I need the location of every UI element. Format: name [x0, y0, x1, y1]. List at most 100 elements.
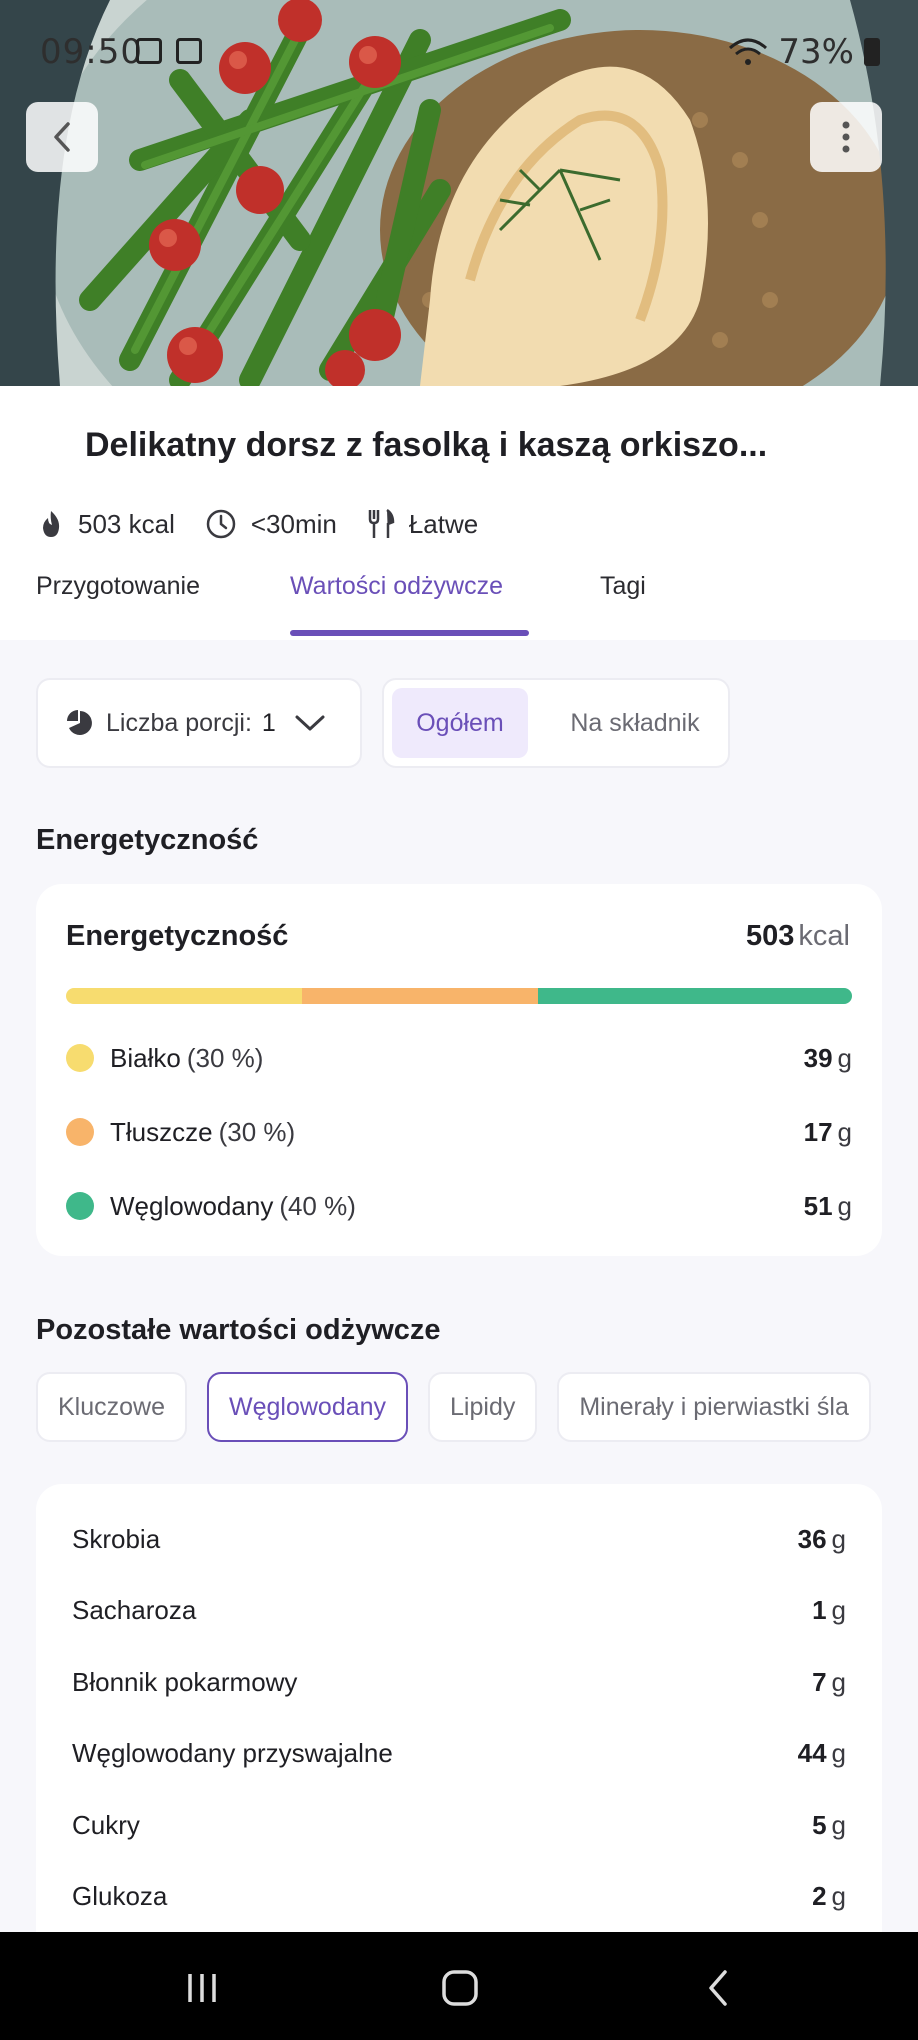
nutrient-amount: 36 g — [798, 1524, 846, 1555]
macro-percent: (30 %) — [186, 1042, 264, 1073]
list-item: Węglowodany przyswajalne 44 g — [72, 1728, 846, 1778]
nutrient-amount-unit: g — [831, 1737, 846, 1768]
recipe-title: Delikatny dorsz z fasolką i kaszą orkisz… — [85, 426, 768, 464]
nutrient-name: Błonnik pokarmowy — [72, 1666, 298, 1697]
more-options-button[interactable] — [810, 102, 882, 172]
nutrients-list: Skrobia 36 g Sacharoza 1g Błonnik pokarmo… — [36, 1484, 882, 1944]
meta-calories-label: 503 kcal — [78, 508, 175, 539]
nutrient-amount-value: 44 — [797, 1737, 827, 1768]
nutrient-amount-unit: g — [831, 1594, 846, 1625]
chevron-down-icon — [295, 715, 325, 731]
macro-row-carbs: Węglowodany (40 %) 51 g — [66, 1186, 852, 1226]
macro-row-fat: Tłuszcze (30 %) 17 g — [66, 1112, 852, 1152]
battery-percentage: 73% — [778, 32, 854, 72]
list-item: Błonnik pokarmowy 7g — [72, 1657, 846, 1707]
nutrient-amount-unit: g — [831, 1523, 846, 1554]
macro-amount: 51 g — [804, 1191, 852, 1222]
macro-amount-unit: g — [837, 1042, 852, 1073]
energy-value: 503 kcal — [746, 920, 850, 953]
macro-bar-segment — [301, 988, 538, 1004]
system-navigation-bar — [0, 1932, 918, 2040]
clock-icon — [206, 509, 236, 539]
chip-carbohydrates[interactable]: Węglowodany — [207, 1372, 409, 1442]
chip-minerals[interactable]: Minerały i pierwiastki śla — [557, 1372, 871, 1442]
meta-calories: 503 kcal — [38, 509, 175, 540]
macro-distribution-bar — [66, 988, 852, 1004]
nutrient-amount-value: 1 — [812, 1594, 827, 1625]
nutrient-name: Glukoza — [72, 1880, 168, 1911]
energy-section-heading: Energetyczność — [36, 824, 259, 856]
nutrient-amount-unit: g — [831, 1809, 846, 1840]
macro-amount-unit: g — [837, 1116, 852, 1147]
tab-preparation[interactable]: Przygotowanie — [36, 572, 200, 601]
nutrient-amount-value: 5 — [812, 1809, 827, 1840]
segment-total[interactable]: Ogółem — [392, 688, 528, 758]
back-button[interactable] — [26, 102, 98, 172]
home-button[interactable] — [430, 1964, 490, 2012]
macro-bar-segment — [66, 988, 302, 1004]
nutrient-amount: 5g — [812, 1810, 846, 1841]
gallery-notification-icon — [136, 38, 162, 64]
macro-name: Białko — [110, 1042, 181, 1073]
nutrient-name: Cukry — [72, 1809, 140, 1840]
system-back-button[interactable] — [688, 1964, 748, 2012]
energy-unit: kcal — [798, 920, 850, 952]
energy-number: 503 — [746, 920, 795, 952]
fat-color-dot — [66, 1118, 94, 1146]
portions-selector[interactable]: Liczba porcji: 1 — [36, 678, 362, 768]
macro-amount-value: 17 — [803, 1116, 833, 1147]
nutrient-amount: 7g — [812, 1667, 846, 1698]
nutrient-amount: 2g — [812, 1881, 846, 1912]
back-arrow-icon — [709, 1970, 727, 2006]
segment-per-ingredient[interactable]: Na składnik — [550, 688, 720, 758]
nutrient-amount-value: 2 — [812, 1880, 827, 1911]
nutrient-name: Skrobia — [72, 1523, 161, 1554]
portions-label: Liczba porcji: — [106, 708, 252, 737]
home-icon — [442, 1970, 478, 2006]
recipe-meta: 503 kcal <30min Łatwe — [38, 508, 508, 540]
view-mode-segmented-control: Ogółem Na składnik — [382, 678, 730, 768]
nutrient-amount-unit: g — [831, 1666, 846, 1697]
recipe-header: Delikatny dorsz z fasolką i kaszą orkisz… — [0, 386, 918, 640]
recipe-photo: 09:50 73% — [0, 0, 918, 386]
nutrient-amount-unit: g — [831, 1880, 846, 1911]
nutrient-amount: 1g — [812, 1595, 846, 1626]
more-vertical-icon — [842, 121, 850, 153]
macro-percent: (40 %) — [279, 1190, 356, 1221]
nutrient-category-chips: Kluczowe Węglowodany Lipidy Minerały i p… — [36, 1372, 891, 1444]
tab-nutrition[interactable]: Wartości odżywcze — [290, 572, 503, 601]
macro-bar-segment — [537, 988, 852, 1004]
macro-amount: 39 g — [804, 1043, 852, 1074]
list-item: Glukoza 2g — [72, 1871, 846, 1921]
meta-difficulty-label: Łatwe — [408, 508, 479, 539]
carbs-color-dot — [66, 1192, 94, 1220]
macro-amount-unit: g — [837, 1190, 852, 1221]
active-tab-indicator — [290, 630, 529, 636]
list-item: Sacharoza 1g — [72, 1585, 846, 1635]
cutlery-icon — [368, 508, 395, 538]
macro-name: Węglowodany — [110, 1190, 274, 1221]
portions-value: 1 — [261, 708, 276, 737]
recent-apps-icon — [188, 1974, 216, 2002]
energy-card: Energetyczność 503 kcal Białko (30 %) 39 g… — [36, 884, 882, 1256]
recent-apps-button[interactable] — [172, 1964, 232, 2012]
chevron-left-icon — [54, 122, 70, 152]
list-item: Skrobia 36 g — [72, 1514, 846, 1564]
macro-percent: (30 %) — [218, 1116, 296, 1147]
meta-time: <30min — [205, 508, 337, 540]
nutrient-amount-value: 36 — [797, 1523, 827, 1554]
chip-lipids[interactable]: Lipidy — [428, 1372, 538, 1442]
wifi-icon — [729, 38, 768, 65]
battery-icon — [864, 38, 880, 66]
other-nutrients-heading: Pozostałe wartości odżywcze — [36, 1314, 441, 1346]
meta-difficulty: Łatwe — [367, 508, 478, 540]
status-bar: 09:50 73% — [0, 0, 918, 104]
chip-key[interactable]: Kluczowe — [36, 1372, 187, 1442]
macro-row-protein: Białko (30 %) 39 g — [66, 1038, 852, 1078]
tab-tags[interactable]: Tagi — [600, 572, 646, 601]
macro-amount-value: 39 — [803, 1042, 833, 1073]
nutrient-name: Węglowodany przyswajalne — [72, 1737, 393, 1768]
nutrient-amount: 44 g — [798, 1738, 846, 1769]
nutrient-amount-value: 7 — [812, 1666, 827, 1697]
checkbox-notification-icon — [176, 38, 202, 64]
